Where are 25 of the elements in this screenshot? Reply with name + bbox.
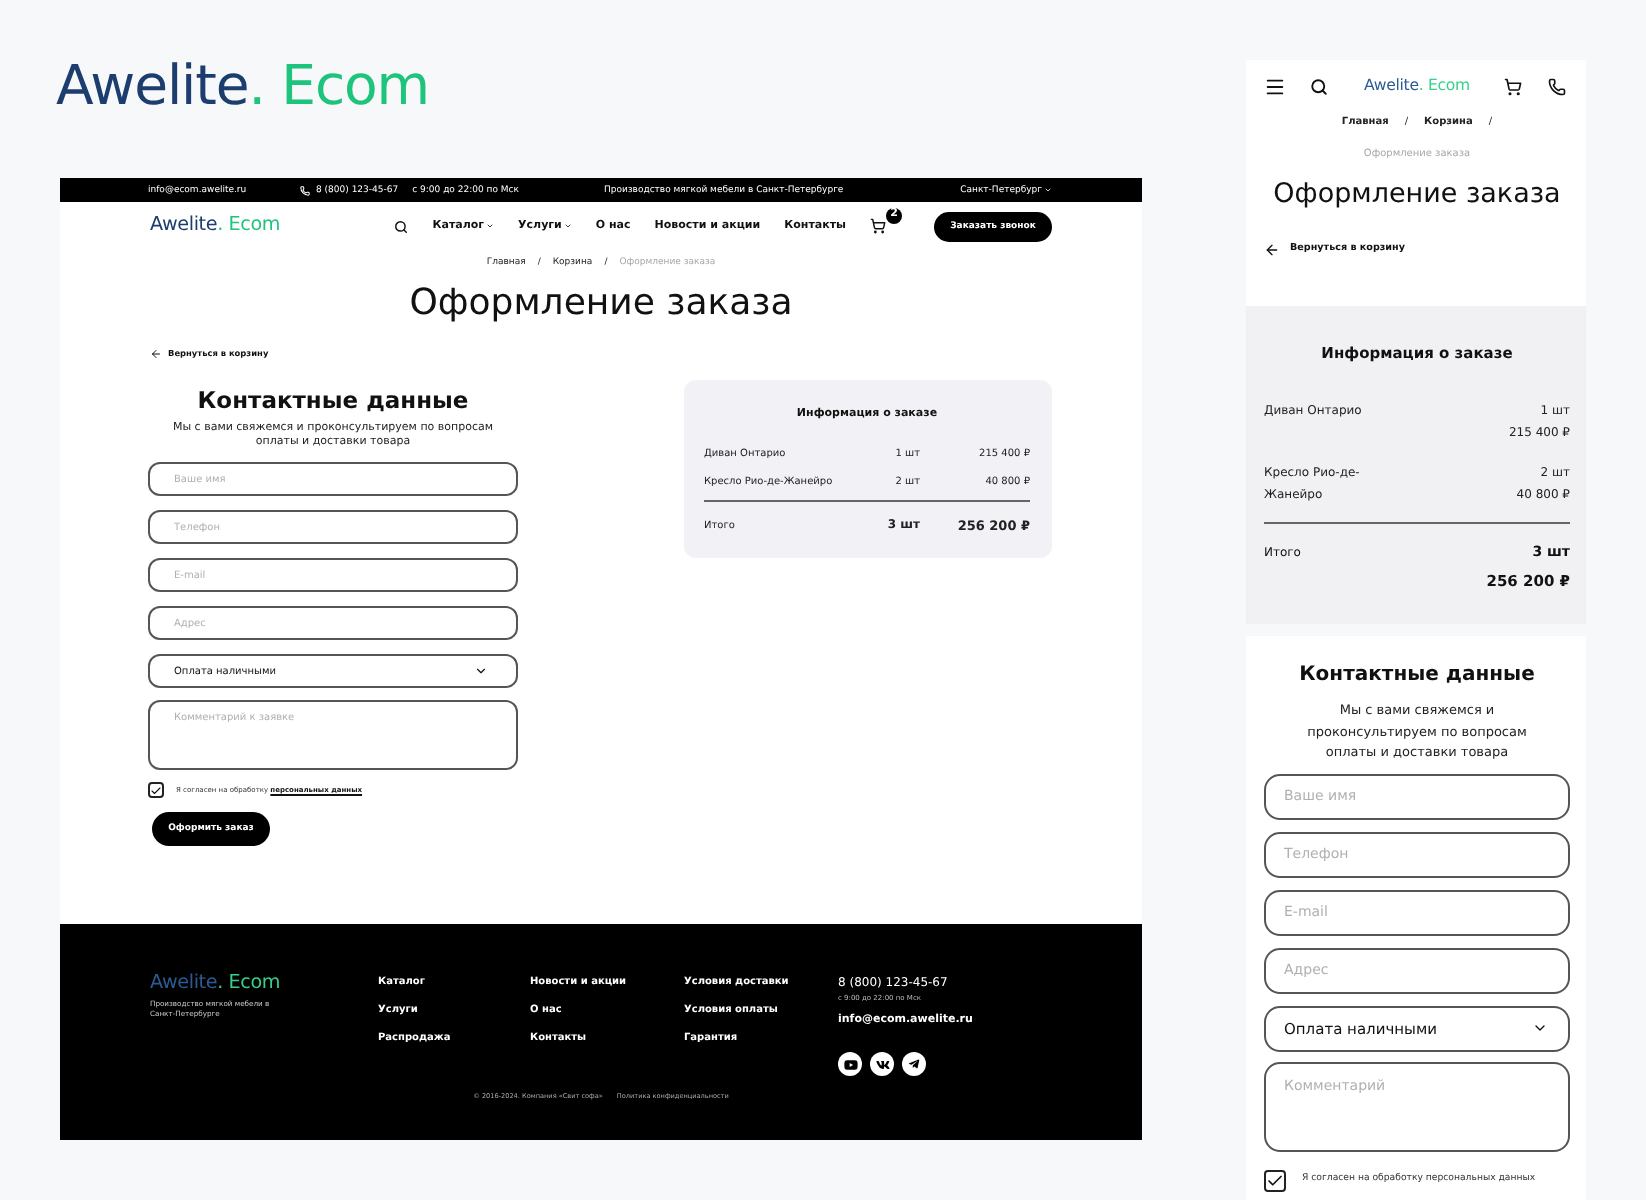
checkmark-icon [150,783,162,797]
checkmark-icon [1266,1171,1284,1189]
logo[interactable]: Awelite. Ecom [56,55,430,119]
section-heading: Контактные данные [197,386,469,414]
paper-plane-icon[interactable] [902,1052,926,1076]
video-play-icon[interactable] [838,1052,862,1076]
consent-checkbox[interactable] [1264,1169,1286,1191]
arrow-left-icon [150,348,162,360]
phone-icon [300,185,310,195]
phone-icon[interactable] [1548,78,1566,96]
cart-icon[interactable] [870,218,886,234]
arrow-left-icon [1264,242,1280,258]
section-heading: Контактные данные [1299,664,1535,688]
page-title: Оформление заказа [1273,178,1561,210]
chevron-down-icon [474,664,488,678]
vk-icon[interactable] [870,1052,894,1076]
logo[interactable]: Awelite. Ecom [150,972,378,995]
consent-checkbox[interactable] [148,782,164,798]
chevron-down-icon [1532,1020,1548,1036]
page-title: Оформление заказа [409,282,793,326]
search-icon[interactable] [394,219,409,233]
logo[interactable]: Awelite. Ecom [150,214,281,238]
cart-icon[interactable] [1504,78,1522,96]
search-icon[interactable] [1310,78,1328,96]
menu-icon[interactable] [1264,76,1286,98]
